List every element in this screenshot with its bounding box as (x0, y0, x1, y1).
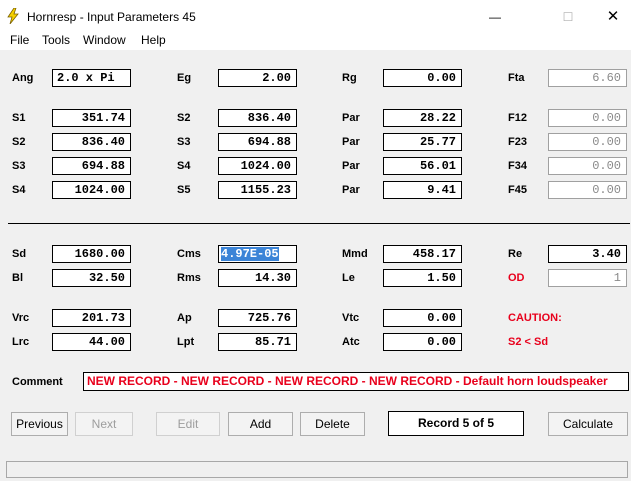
record-indicator: Record 5 of 5 (388, 411, 524, 436)
par1-field[interactable]: 28.22 (383, 109, 462, 127)
vtc-label: Vtc (342, 312, 360, 324)
caution-title: CAUTION: (508, 312, 562, 324)
le-label: Le (342, 272, 355, 284)
s2-field-mid[interactable]: 836.40 (218, 109, 297, 127)
status-bar (0, 458, 631, 481)
par3-label: Par (342, 160, 360, 172)
od-field[interactable]: 1 (548, 269, 627, 287)
rms-field[interactable]: 14.30 (218, 269, 297, 287)
f34-field[interactable]: 0.00 (548, 157, 627, 175)
f23-field[interactable]: 0.00 (548, 133, 627, 151)
s5-label: S5 (177, 184, 191, 196)
vrc-label: Vrc (12, 312, 30, 324)
rg-field[interactable]: 0.00 (383, 69, 462, 87)
s3-field[interactable]: 694.88 (52, 157, 131, 175)
parameters-panel: Ang 2.0 x Pi Eg 2.00 Rg 0.00 Fta 6.60 S1… (0, 50, 631, 458)
f23-label: F23 (508, 136, 527, 148)
par1-label: Par (342, 112, 360, 124)
menu-file[interactable]: File (10, 33, 29, 47)
menu-help[interactable]: Help (141, 33, 166, 47)
eg-field[interactable]: 2.00 (218, 69, 297, 87)
ang-field[interactable]: 2.0 x Pi (52, 69, 131, 87)
title-bar: Hornresp - Input Parameters 45 — ☐ ✕ (0, 0, 631, 32)
ap-field[interactable]: 725.76 (218, 309, 297, 327)
f34-label: F34 (508, 160, 527, 172)
cms-selected-text: 4.97E-05 (221, 247, 279, 261)
cms-label: Cms (177, 248, 201, 260)
s2-label-left: S2 (12, 136, 26, 148)
f45-field[interactable]: 0.00 (548, 181, 627, 199)
bl-field[interactable]: 32.50 (52, 269, 131, 287)
par3-field[interactable]: 56.01 (383, 157, 462, 175)
bl-label: Bl (12, 272, 23, 284)
menu-window[interactable]: Window (83, 33, 126, 47)
s4-field[interactable]: 1024.00 (52, 181, 131, 199)
comment-field[interactable]: NEW RECORD - NEW RECORD - NEW RECORD - N… (83, 372, 629, 391)
delete-button[interactable]: Delete (300, 412, 365, 436)
le-field[interactable]: 1.50 (383, 269, 462, 287)
status-panel (6, 461, 628, 478)
menu-bar: File Tools Window Help (0, 32, 631, 50)
lpt-label: Lpt (177, 336, 195, 348)
s1-field[interactable]: 351.74 (52, 109, 131, 127)
s2-field[interactable]: 836.40 (52, 133, 131, 151)
par2-label: Par (342, 136, 360, 148)
atc-field[interactable]: 0.00 (383, 333, 462, 351)
cms-field[interactable]: 4.97E-05 (218, 245, 297, 263)
par4-label: Par (342, 184, 360, 196)
par2-field[interactable]: 25.77 (383, 133, 462, 151)
s5-field[interactable]: 1155.23 (218, 181, 297, 199)
eg-label: Eg (177, 72, 192, 84)
sd-label: Sd (12, 248, 27, 260)
calculate-button[interactable]: Calculate (548, 412, 628, 436)
par4-field[interactable]: 9.41 (383, 181, 462, 199)
close-button[interactable]: ✕ (598, 6, 628, 28)
menu-tools[interactable]: Tools (42, 33, 70, 47)
fta-field[interactable]: 6.60 (548, 69, 627, 87)
mmd-label: Mmd (342, 248, 368, 260)
f12-field[interactable]: 0.00 (548, 109, 627, 127)
od-label: OD (508, 272, 525, 284)
minimize-button[interactable]: — (480, 6, 510, 28)
vtc-field[interactable]: 0.00 (383, 309, 462, 327)
atc-label: Atc (342, 336, 360, 348)
re-field[interactable]: 3.40 (548, 245, 627, 263)
f12-label: F12 (508, 112, 527, 124)
next-button[interactable]: Next (75, 412, 133, 436)
ang-label: Ang (12, 72, 34, 84)
rg-label: Rg (342, 72, 357, 84)
s1-label: S1 (12, 112, 26, 124)
edit-button[interactable]: Edit (156, 412, 220, 436)
re-label: Re (508, 248, 523, 260)
lpt-field[interactable]: 85.71 (218, 333, 297, 351)
s4-field-mid[interactable]: 1024.00 (218, 157, 297, 175)
previous-button[interactable]: Previous (11, 412, 68, 436)
section-divider (8, 223, 630, 224)
add-button[interactable]: Add (228, 412, 293, 436)
s3-field-mid[interactable]: 694.88 (218, 133, 297, 151)
s4-label-mid: S4 (177, 160, 191, 172)
vrc-field[interactable]: 201.73 (52, 309, 131, 327)
s3-label-left: S3 (12, 160, 26, 172)
s4-label-left: S4 (12, 184, 26, 196)
mmd-field[interactable]: 458.17 (383, 245, 462, 263)
rms-label: Rms (177, 272, 201, 284)
ap-label: Ap (177, 312, 192, 324)
s3-label-mid: S3 (177, 136, 191, 148)
lrc-label: Lrc (12, 336, 30, 348)
caution-message: S2 < Sd (508, 336, 549, 348)
maximize-button[interactable]: ☐ (553, 6, 583, 28)
lrc-field[interactable]: 44.00 (52, 333, 131, 351)
f45-label: F45 (508, 184, 527, 196)
comment-label: Comment (12, 376, 63, 388)
s2-label: S2 (177, 112, 191, 124)
fta-label: Fta (508, 72, 525, 84)
lightning-app-icon (7, 8, 19, 24)
window-title: Hornresp - Input Parameters 45 (27, 10, 196, 24)
sd-field[interactable]: 1680.00 (52, 245, 131, 263)
